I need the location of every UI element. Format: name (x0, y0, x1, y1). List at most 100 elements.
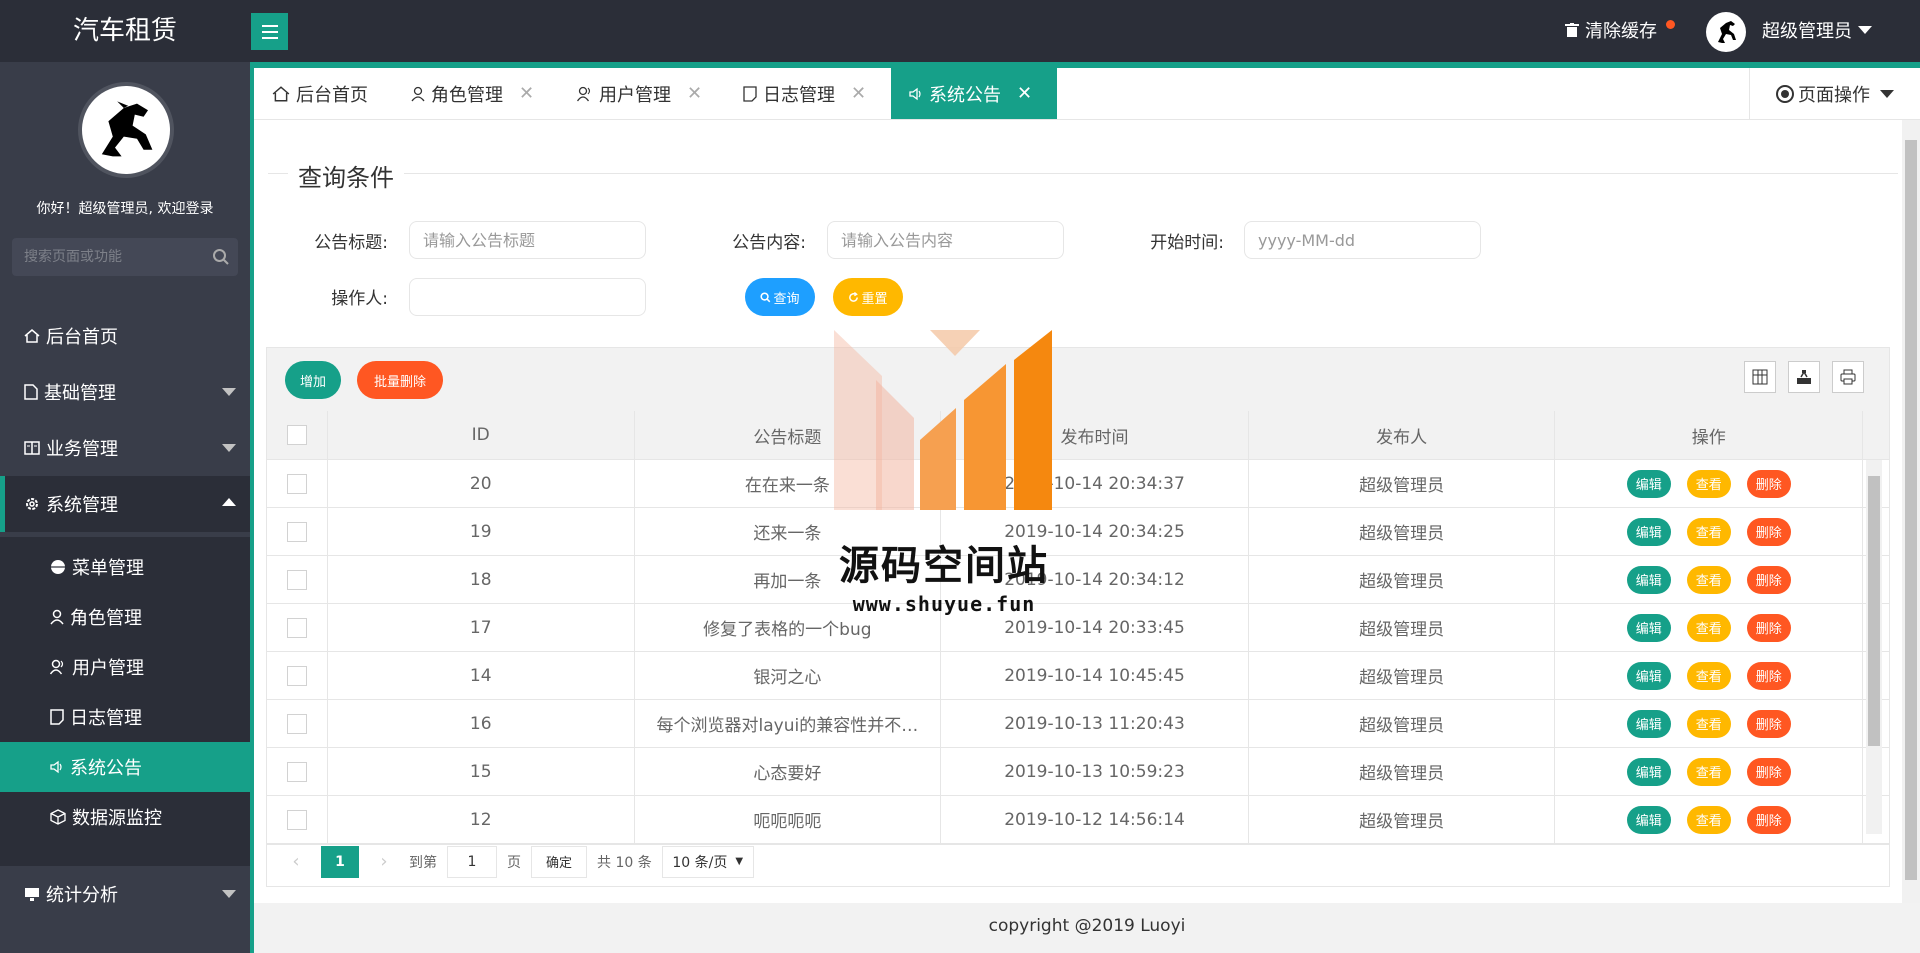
sidebar-item-label: 后台首页 (46, 327, 118, 348)
sidebar-item-business[interactable]: 业务管理 (0, 420, 250, 476)
edit-button[interactable]: 编辑 (1626, 469, 1671, 498)
batch-delete-button[interactable]: 批量删除 (357, 361, 443, 399)
columns-filter-button[interactable] (1744, 361, 1776, 393)
row-checkbox[interactable] (286, 521, 307, 542)
view-button[interactable]: 查看 (1686, 805, 1731, 834)
chart-icon (25, 888, 39, 901)
delete-button[interactable]: 删除 (1746, 469, 1791, 498)
delete-button[interactable]: 删除 (1746, 709, 1791, 738)
delete-button[interactable]: 删除 (1746, 565, 1791, 594)
view-button[interactable]: 查看 (1686, 709, 1731, 738)
sidebar-item-basic[interactable]: 基础管理 (0, 364, 250, 420)
submenu-item-user[interactable]: 用户管理 (0, 642, 250, 692)
submenu-item-menu[interactable]: 菜单管理 (0, 542, 250, 592)
row-checkbox[interactable] (286, 761, 307, 782)
export-button[interactable] (1788, 361, 1820, 393)
operator-input[interactable] (409, 278, 646, 316)
select-all-checkbox[interactable] (286, 425, 307, 445)
edit-button[interactable]: 编辑 (1626, 517, 1671, 546)
edit-button[interactable]: 编辑 (1626, 613, 1671, 642)
view-button[interactable]: 查看 (1686, 757, 1731, 786)
delete-button[interactable]: 删除 (1746, 805, 1791, 834)
edit-button[interactable]: 编辑 (1626, 709, 1671, 738)
cell-time: 2019-10-12 14:56:14 (941, 796, 1249, 843)
goto-confirm-button[interactable]: 确定 (531, 845, 587, 878)
edit-button[interactable]: 编辑 (1626, 805, 1671, 834)
prev-page-icon[interactable]: ‹ (281, 851, 311, 872)
page-scrollbar[interactable] (1902, 120, 1920, 903)
sidebar-item-home[interactable]: 后台首页 (0, 308, 250, 364)
delete-button[interactable]: 删除 (1746, 613, 1791, 642)
row-checkbox[interactable] (286, 473, 307, 494)
edit-button[interactable]: 编辑 (1626, 757, 1671, 786)
chevron-down-icon (222, 890, 236, 898)
cube-icon (50, 809, 66, 825)
row-checkbox[interactable] (286, 809, 307, 830)
table-toolbar: 增加 批量删除 (266, 347, 1890, 412)
cell-id: 15 (328, 748, 635, 795)
view-button[interactable]: 查看 (1686, 565, 1731, 594)
menu-toggle-button[interactable] (251, 13, 288, 50)
submenu-item-role[interactable]: 角色管理 (0, 592, 250, 642)
search-icon[interactable] (212, 248, 230, 266)
page-operations-menu[interactable]: 页面操作 (1749, 68, 1920, 119)
title-input[interactable] (409, 221, 646, 259)
speaker-icon (909, 87, 921, 100)
tab-user[interactable]: 用户管理 ✕ (559, 68, 725, 119)
close-icon[interactable]: ✕ (851, 83, 866, 104)
add-button[interactable]: 增加 (285, 361, 341, 399)
submenu-item-label: 角色管理 (70, 608, 142, 629)
print-button[interactable] (1832, 361, 1864, 393)
row-checkbox[interactable] (286, 569, 307, 590)
user-avatar[interactable] (1706, 12, 1746, 52)
close-icon[interactable]: ✕ (1017, 83, 1032, 104)
table-scrollbar[interactable] (1866, 460, 1882, 834)
page-size-select[interactable]: 10 条/页 ▼ (661, 845, 754, 878)
select-arrow-icon: ▼ (735, 856, 744, 867)
query-button[interactable]: 查询 (745, 278, 815, 316)
view-button[interactable]: 查看 (1686, 613, 1731, 642)
start-time-input[interactable] (1244, 221, 1481, 259)
column-header-time[interactable]: 发布时间 (941, 411, 1249, 459)
submenu-item-log[interactable]: 日志管理 (0, 692, 250, 742)
view-button[interactable]: 查看 (1686, 517, 1731, 546)
row-checkbox[interactable] (286, 713, 307, 734)
cell-actions: 编辑 查看 删除 (1555, 556, 1864, 603)
row-checkbox[interactable] (286, 665, 307, 686)
next-page-icon[interactable]: › (369, 851, 399, 872)
view-button[interactable]: 查看 (1686, 661, 1731, 690)
column-header-id[interactable]: ID (328, 411, 635, 459)
cell-title: 银河之心 (635, 652, 942, 699)
view-button[interactable]: 查看 (1686, 469, 1731, 498)
tab-log[interactable]: 日志管理 ✕ (725, 68, 891, 119)
hamburger-icon (261, 24, 278, 27)
sidebar-item-stats[interactable]: 统计分析 (0, 866, 250, 922)
print-icon (1840, 369, 1856, 385)
edit-button[interactable]: 编辑 (1626, 565, 1671, 594)
tab-home[interactable]: 后台首页 (254, 68, 393, 119)
cell-id: 20 (328, 460, 635, 507)
close-icon[interactable]: ✕ (687, 83, 702, 104)
clear-cache-button[interactable]: 清除缓存 (1565, 17, 1657, 43)
edit-button[interactable]: 编辑 (1626, 661, 1671, 690)
row-checkbox[interactable] (286, 617, 307, 638)
sidebar-item-system[interactable]: 系统管理 (0, 476, 250, 532)
tab-notice[interactable]: 系统公告 ✕ (891, 68, 1057, 119)
page-current[interactable]: 1 (321, 845, 359, 878)
column-header-title[interactable]: 公告标题 (635, 411, 942, 459)
submenu-item-notice[interactable]: 系统公告 (0, 742, 250, 792)
close-icon[interactable]: ✕ (519, 83, 534, 104)
delete-button[interactable]: 删除 (1746, 661, 1791, 690)
delete-button[interactable]: 删除 (1746, 757, 1791, 786)
user-menu[interactable]: 超级管理员 (1762, 17, 1872, 43)
content-input[interactable] (827, 221, 1064, 259)
goto-page-input[interactable]: 1 (447, 845, 497, 878)
sidebar-search-input[interactable] (12, 238, 202, 276)
reset-button[interactable]: 重置 (833, 278, 903, 316)
delete-button[interactable]: 删除 (1746, 517, 1791, 546)
cell-publisher: 超级管理员 (1249, 652, 1556, 699)
cell-time: 2019-10-14 20:33:45 (941, 604, 1249, 651)
column-header-publisher[interactable]: 发布人 (1249, 411, 1556, 459)
submenu-item-datasource[interactable]: 数据源监控 (0, 792, 250, 842)
tab-role[interactable]: 角色管理 ✕ (393, 68, 559, 119)
